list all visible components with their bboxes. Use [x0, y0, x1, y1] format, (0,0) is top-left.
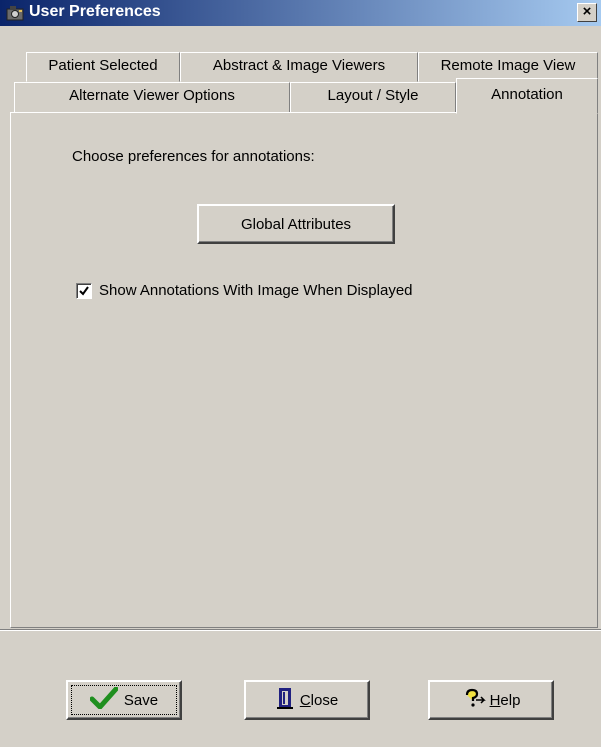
- show-annotations-row[interactable]: Show Annotations With Image When Display…: [76, 282, 413, 299]
- checkmark-icon: [89, 686, 119, 713]
- tab-label: Annotation: [491, 86, 563, 103]
- show-annotations-label: Show Annotations With Image When Display…: [99, 282, 413, 299]
- button-label: Save: [123, 691, 159, 709]
- close-mnemonic: C: [299, 691, 311, 709]
- tab-label: Alternate Viewer Options: [69, 87, 235, 104]
- close-button[interactable]: Close: [244, 680, 370, 720]
- door-icon: [276, 687, 294, 713]
- footer-divider: [0, 629, 601, 631]
- annotation-prompt: Choose preferences for annotations:: [72, 148, 315, 165]
- tab-label: Remote Image View: [440, 57, 576, 74]
- tab-abstract-image-viewers[interactable]: Abstract & Image Viewers: [180, 52, 418, 82]
- tab-label: Patient Selected: [48, 57, 158, 74]
- tab-alternate-viewer-options[interactable]: Alternate Viewer Options: [14, 82, 290, 113]
- annotation-panel: [10, 112, 598, 628]
- help-button[interactable]: Help: [428, 680, 554, 720]
- window-title: User Preferences: [29, 3, 161, 20]
- tab-label: Layout / Style: [327, 87, 419, 104]
- global-attributes-button[interactable]: Global Attributes: [197, 204, 395, 244]
- show-annotations-checkbox[interactable]: [76, 282, 92, 299]
- button-label: lose: [310, 691, 339, 709]
- title-bar: User Preferences ×: [0, 0, 601, 26]
- checkmark-icon: [79, 285, 89, 296]
- close-x-icon: ×: [582, 3, 592, 20]
- tab-label: Abstract & Image Viewers: [212, 57, 386, 74]
- tab-patient-selected[interactable]: Patient Selected: [26, 52, 180, 82]
- button-label: elp: [500, 691, 521, 709]
- window-close-button[interactable]: ×: [577, 3, 597, 22]
- help-icon: [462, 688, 486, 712]
- save-button[interactable]: Save: [66, 680, 182, 720]
- tab-layout-style[interactable]: Layout / Style: [290, 82, 456, 113]
- help-mnemonic: H: [489, 691, 501, 709]
- button-label: Global Attributes: [240, 215, 352, 233]
- app-icon: [6, 4, 24, 21]
- tab-annotation[interactable]: Annotation: [456, 78, 598, 114]
